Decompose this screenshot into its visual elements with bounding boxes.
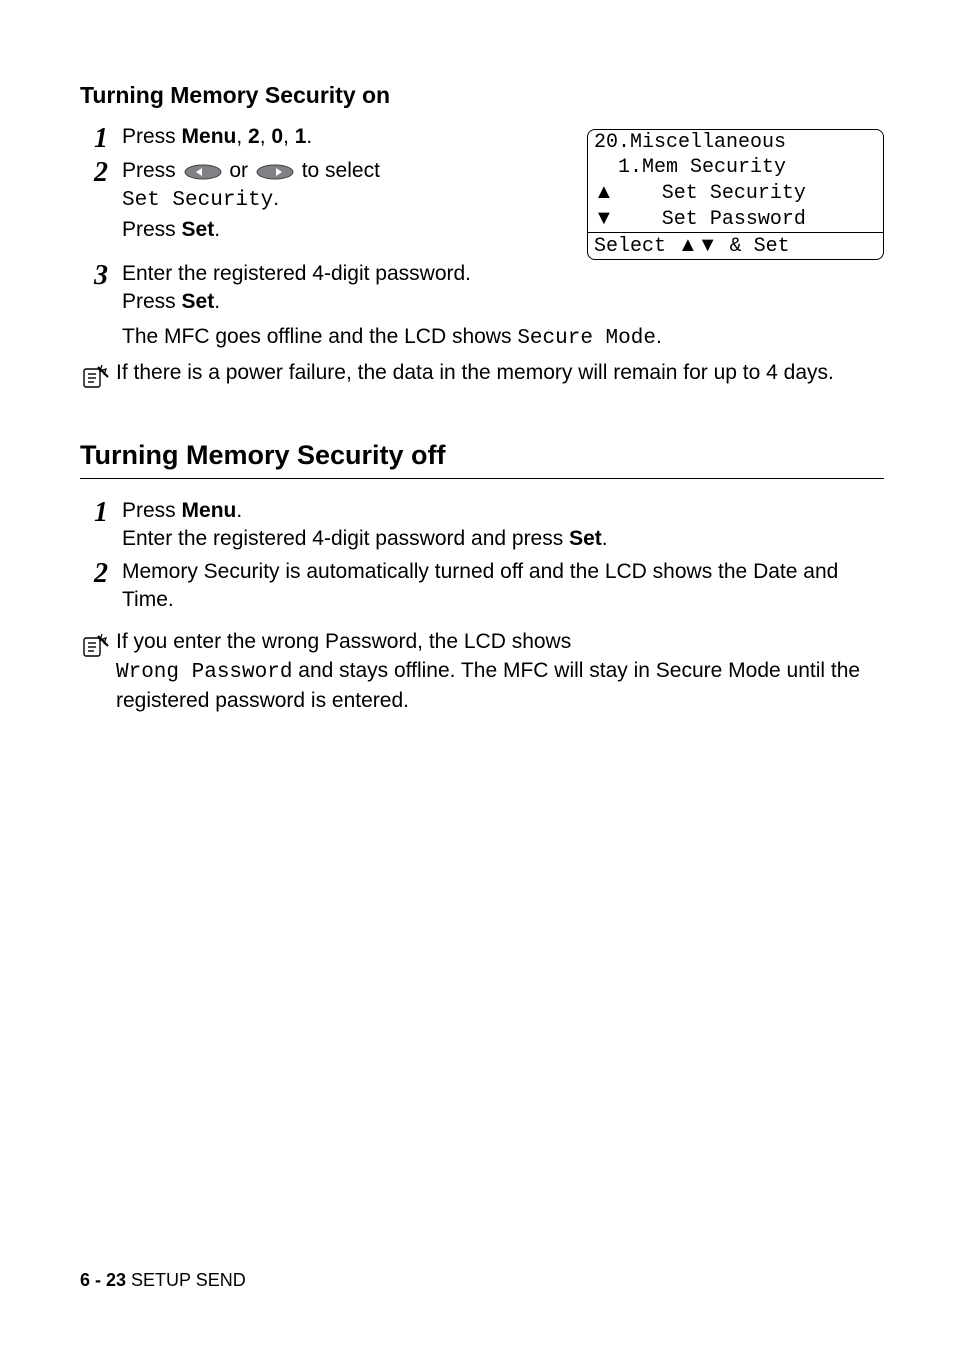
key-0: 0 (271, 125, 283, 148)
lcd-line-1: 20.Miscellaneous (588, 130, 883, 155)
note-line1: If you enter the wrong Password, the LCD… (116, 628, 884, 656)
note-power-failure: If there is a power failure, the data in… (80, 359, 884, 401)
lcd-text: Set Security (122, 189, 273, 212)
section-title: SETUP SEND (126, 1270, 246, 1290)
step2-line3: Press Set. (122, 216, 565, 244)
lcd-display: 20.Miscellaneous 1.Mem Security ▲ Set Se… (587, 129, 884, 260)
text: Press (122, 159, 182, 182)
text: Press (122, 499, 182, 522)
step2-line1: Press or to select (122, 157, 565, 185)
period: . (214, 218, 220, 241)
step-off-2: 2 Memory Security is automatically turne… (80, 558, 884, 615)
step-number: 1 (80, 123, 108, 153)
lcd-text: Set Password (614, 208, 806, 231)
sep: , (283, 125, 295, 148)
step2-line2: Set Security. (122, 185, 565, 215)
sep: , (236, 125, 248, 148)
step-on-2: 2 Press or to select Set Security. Press… (80, 157, 565, 244)
lcd-line-5: Select ▲▼ & Set (588, 232, 883, 259)
steps-on-left: 1 Press Menu, 2, 0, 1. 2 Press or to sel… (80, 123, 565, 248)
page-footer: 6 - 23 SETUP SEND (80, 1268, 246, 1292)
key-menu: Menu (182, 499, 237, 522)
steps-and-lcd-row: 1 Press Menu, 2, 0, 1. 2 Press or to sel… (80, 123, 884, 260)
step3-line3: The MFC goes offline and the LCD shows S… (122, 323, 884, 353)
note-line2: Wrong Password and stays offline. The MF… (116, 657, 884, 716)
lcd-line-4: ▼ Set Password (588, 206, 883, 232)
step3-line2: Press Set. (122, 288, 884, 316)
lcd-text: Select (594, 235, 678, 258)
heading-security-on: Turning Memory Security on (80, 80, 884, 111)
key-menu: Menu (182, 125, 237, 148)
key-set: Set (182, 290, 215, 313)
key-set: Set (182, 218, 215, 241)
step-number: 2 (80, 157, 108, 244)
heading-security-off: Turning Memory Security off (80, 437, 884, 478)
note-icon (80, 359, 108, 401)
period: . (656, 325, 662, 348)
text: Press (122, 218, 182, 241)
nav-right-icon (256, 164, 294, 180)
step-number: 1 (80, 497, 108, 554)
text: Enter the registered 4-digit password an… (122, 527, 569, 550)
step1off-line1: Press Menu. (122, 497, 884, 525)
page-number: 6 - 23 (80, 1270, 126, 1290)
note-icon (80, 628, 108, 670)
step-on-1: 1 Press Menu, 2, 0, 1. (80, 123, 565, 153)
note-text: If there is a power failure, the data in… (116, 359, 884, 387)
nav-left-icon (184, 164, 222, 180)
period: . (273, 187, 279, 210)
updown-arrow-icon: ▲▼ (678, 234, 718, 256)
sep: , (260, 125, 272, 148)
text: The MFC goes offline and the LCD shows (122, 325, 517, 348)
page: Turning Memory Security on 1 Press Menu,… (0, 0, 954, 1352)
key-set: Set (569, 527, 602, 550)
period: . (602, 527, 608, 550)
period: . (214, 290, 220, 313)
down-arrow-icon: ▼ (594, 207, 614, 229)
step-body: Memory Security is automatically turned … (122, 558, 884, 615)
lcd-text: Secure Mode (517, 327, 656, 350)
text: Press (122, 290, 182, 313)
note-body: If you enter the wrong Password, the LCD… (116, 628, 884, 715)
step-number: 2 (80, 558, 108, 615)
key-2: 2 (248, 125, 260, 148)
lcd-text: & Set (718, 235, 790, 258)
step1off-line2: Enter the registered 4-digit password an… (122, 525, 884, 553)
key-1: 1 (295, 125, 307, 148)
note-wrong-password: If you enter the wrong Password, the LCD… (80, 628, 884, 715)
text: to select (296, 159, 380, 182)
up-arrow-icon: ▲ (594, 181, 614, 203)
step-body: Press Menu. Enter the registered 4-digit… (122, 497, 884, 554)
lcd-text: Set Security (614, 182, 806, 205)
text: Press (122, 125, 182, 148)
step-body: Press or to select Set Security. Press S… (122, 157, 565, 244)
step-body: Enter the registered 4-digit password. P… (122, 260, 884, 353)
lcd-line-2: 1.Mem Security (588, 155, 883, 180)
step-off-1: 1 Press Menu. Enter the registered 4-dig… (80, 497, 884, 554)
text: Enter the registered 4-digit password. (122, 260, 884, 288)
step-on-3: 3 Enter the registered 4-digit password.… (80, 260, 884, 353)
lcd-line-3: ▲ Set Security (588, 180, 883, 206)
step-body: Press Menu, 2, 0, 1. (122, 123, 565, 153)
text: or (224, 159, 254, 182)
lcd-text: Wrong Password (116, 661, 292, 684)
step-number: 3 (80, 260, 108, 353)
period: . (236, 499, 242, 522)
period: . (306, 125, 312, 148)
